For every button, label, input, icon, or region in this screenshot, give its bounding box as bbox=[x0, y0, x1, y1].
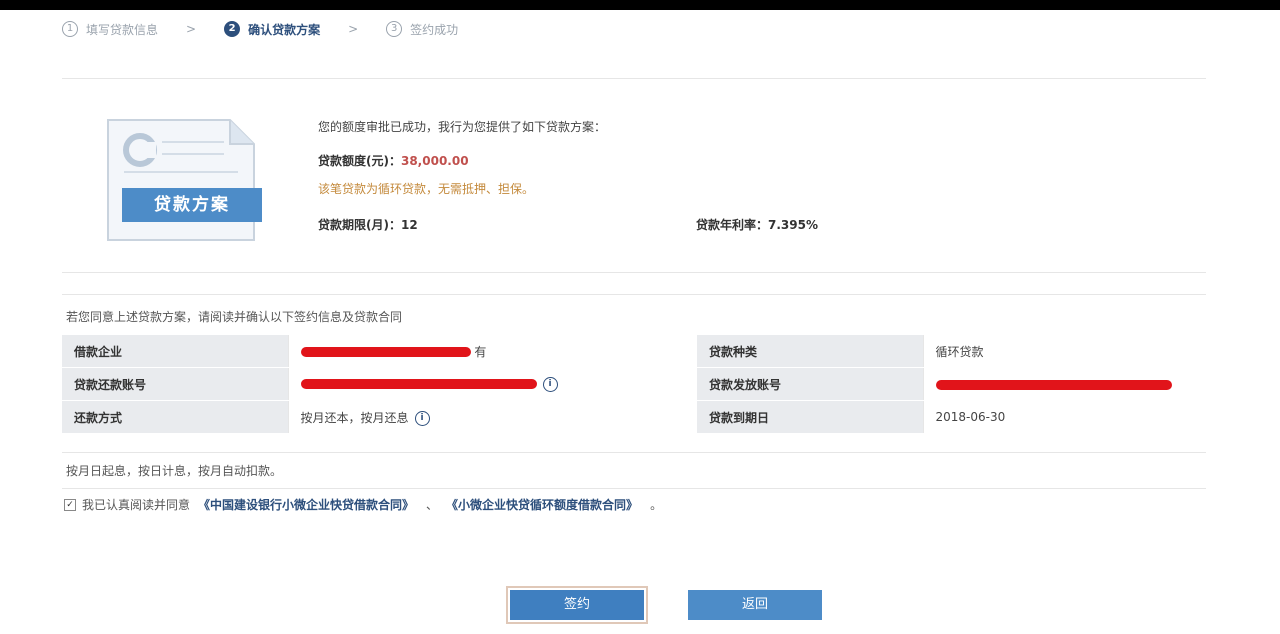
contract-link-2[interactable]: 《小微企业快贷循环额度借款合同》 bbox=[446, 496, 638, 513]
step-2: 2 确认贷款方案 bbox=[224, 21, 320, 38]
table-row: 贷款还款账号 i 贷款发放账号 bbox=[62, 367, 1206, 401]
loan-amount-label: 贷款额度(元)： bbox=[318, 154, 401, 168]
repayment-account-label: 贷款还款账号 bbox=[62, 367, 289, 401]
borrower-value: 有 bbox=[287, 334, 697, 368]
redaction-mark bbox=[935, 379, 1172, 390]
progress-steps: 1 填写贷款信息 > 2 确认贷款方案 > 3 签约成功 bbox=[62, 16, 458, 42]
sign-button[interactable]: 签约 bbox=[506, 586, 648, 624]
divider bbox=[62, 452, 1206, 453]
confirm-instructions: 若您同意上述贷款方案，请阅读并确认以下签约信息及贷款合同 bbox=[66, 310, 403, 324]
step-arrow-icon: > bbox=[186, 22, 197, 36]
contract-link-1[interactable]: 《中国建设银行小微企业快贷借款合同》 bbox=[198, 496, 414, 513]
loan-rate-value: 7.395% bbox=[768, 218, 818, 232]
divider bbox=[62, 78, 1206, 79]
agreement-separator: 、 bbox=[426, 498, 439, 512]
disbursement-account-value bbox=[922, 367, 1206, 401]
info-icon[interactable]: i bbox=[414, 410, 430, 426]
step-2-label: 确认贷款方案 bbox=[248, 22, 321, 37]
borrower-label: 借款企业 bbox=[62, 334, 289, 368]
loan-amount-value: 38,000.00 bbox=[400, 154, 469, 168]
agree-checkbox[interactable]: ✓ bbox=[64, 498, 76, 511]
due-date-label: 贷款到期日 bbox=[696, 400, 924, 434]
loan-term-value: 12 bbox=[400, 218, 418, 232]
divider bbox=[62, 294, 1206, 295]
loan-type-label: 贷款种类 bbox=[696, 334, 924, 368]
repayment-account-value: i bbox=[287, 367, 697, 401]
repayment-note: 按月日起息，按日计息，按月自动扣款。 bbox=[66, 464, 283, 478]
redaction-mark bbox=[300, 347, 471, 357]
loan-term-label: 贷款期限(月)： bbox=[318, 218, 401, 232]
loan-note: 该笔贷款为循环贷款，无需抵押、担保。 bbox=[318, 182, 535, 196]
agreement-row: ✓ 我已认真阅读并同意 《中国建设银行小微企业快贷借款合同》 、 《小微企业快贷… bbox=[64, 496, 662, 513]
loan-plan-badge: 贷款方案 bbox=[122, 188, 262, 222]
divider bbox=[62, 272, 1206, 273]
redaction-mark bbox=[300, 379, 537, 389]
table-row: 借款企业 有 贷款种类 循环贷款 bbox=[62, 334, 1206, 368]
step-3-number: 3 bbox=[386, 21, 403, 37]
due-date-value: 2018-06-30 bbox=[922, 400, 1206, 434]
offer-intro: 您的额度审批已成功，我行为您提供了如下贷款方案： bbox=[318, 120, 607, 134]
repayment-method-value: 按月还本，按月还息 i bbox=[287, 400, 697, 434]
table-row: 还款方式 按月还本，按月还息 i 贷款到期日 2018-06-30 bbox=[62, 400, 1206, 434]
loan-plan-document-icon bbox=[107, 119, 255, 241]
step-3-label: 签约成功 bbox=[410, 22, 459, 37]
top-black-bar bbox=[0, 0, 1280, 10]
step-arrow-icon: > bbox=[348, 22, 359, 36]
loan-rate-label: 贷款年利率： bbox=[696, 218, 769, 232]
back-button[interactable]: 返回 bbox=[688, 590, 822, 620]
step-2-number: 2 bbox=[224, 21, 241, 37]
step-1-number: 1 bbox=[62, 21, 78, 37]
step-1: 1 填写贷款信息 bbox=[62, 21, 158, 38]
info-icon[interactable]: i bbox=[542, 376, 558, 392]
loan-type-value: 循环贷款 bbox=[922, 334, 1206, 368]
agreement-end: 。 bbox=[650, 498, 663, 512]
disbursement-account-label: 贷款发放账号 bbox=[696, 367, 924, 401]
loan-amount: 贷款额度(元)：38,000.00 bbox=[318, 152, 469, 169]
repayment-method-text: 按月还本，按月还息 bbox=[300, 410, 409, 425]
step-1-label: 填写贷款信息 bbox=[86, 22, 159, 37]
divider bbox=[62, 488, 1206, 489]
borrower-suffix: 有 bbox=[474, 344, 487, 359]
repayment-method-label: 还款方式 bbox=[62, 400, 289, 434]
step-3: 3 签约成功 bbox=[386, 21, 458, 38]
loan-term: 贷款期限(月)：12 bbox=[318, 216, 418, 233]
loan-rate: 贷款年利率：7.395% bbox=[696, 216, 818, 233]
agreement-prefix: 我已认真阅读并同意 bbox=[82, 498, 191, 512]
signing-info-table: 借款企业 有 贷款种类 循环贷款 贷款还款账号 i 贷款发放账号 还款方式 按月… bbox=[62, 334, 1206, 434]
